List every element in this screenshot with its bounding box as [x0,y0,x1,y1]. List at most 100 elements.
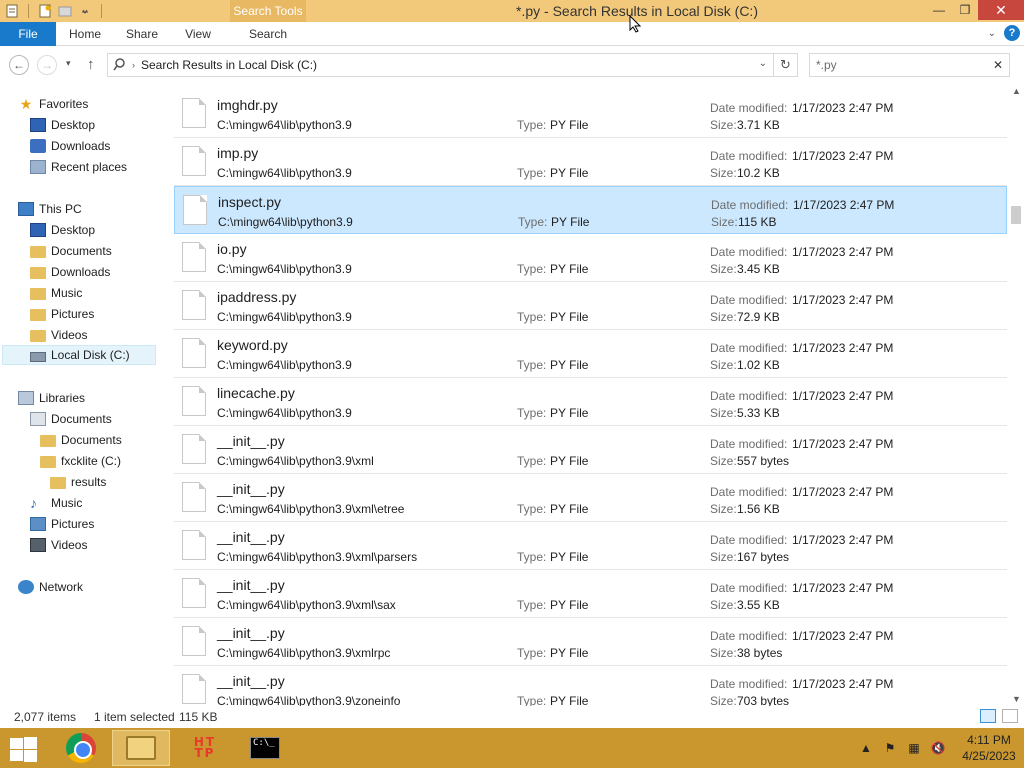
nav-label: Documents [51,244,112,258]
restore-button[interactable]: ❐ [952,0,978,20]
file-row[interactable]: __init__.py C:\mingw64\lib\python3.9\xml\… [174,570,1007,618]
file-row[interactable]: inspect.py C:\mingw64\lib\python3.9 Type: P… [174,186,1007,234]
file-row[interactable]: __init__.py C:\mingw64\lib\python3.9\xml\… [174,522,1007,570]
nav-lib-documents[interactable]: Documents [30,409,112,429]
nav-pc-music[interactable]: Music [30,283,82,303]
close-button[interactable]: ✕ [978,0,1024,20]
nav-lib-pictures[interactable]: Pictures [30,514,94,534]
start-button[interactable] [8,736,38,762]
tab-home[interactable]: Home [60,22,110,46]
details-view-icon[interactable] [980,709,996,723]
search-input[interactable]: *.py ✕ [809,53,1010,77]
nav-pc-downloads[interactable]: Downloads [30,262,110,282]
file-folder-path: C:\mingw64\lib\python3.9 [217,406,352,420]
help-icon[interactable]: ? [1004,25,1020,41]
file-folder-path: C:\mingw64\lib\python3.9 [217,358,352,372]
file-row[interactable]: ipaddress.py C:\mingw64\lib\python3.9 Type… [174,282,1007,330]
address-dropdown-icon[interactable]: ⌄ [759,58,767,69]
volume-muted-icon[interactable]: 🔇 [930,740,946,756]
refresh-button[interactable]: ↻ [774,53,798,77]
nav-pc-desktop[interactable]: Desktop [30,220,95,240]
scroll-up-icon[interactable]: ▲ [1012,86,1021,96]
date-modified: 1/17/2023 2:47 PM [792,581,894,595]
nav-label: Downloads [51,139,111,153]
documents-library-icon [30,412,46,426]
nav-lib-documents-folder[interactable]: Documents [40,430,122,450]
file-row[interactable]: imghdr.py C:\mingw64\lib\python3.9 Type: PY… [174,90,1007,138]
tab-search[interactable]: Search [230,22,306,46]
nav-favorites[interactable]: ★ Favorites [18,94,89,114]
breadcrumb-separator-icon[interactable]: › [132,60,135,70]
search-query[interactable]: *.py [816,58,837,72]
file-row[interactable]: io.py C:\mingw64\lib\python3.9 Type: PY Fil… [174,234,1007,282]
forward-button[interactable]: → [37,55,57,75]
show-hidden-icons-icon[interactable]: ▲ [858,740,874,756]
taskbar-file-explorer[interactable] [112,730,170,766]
file-row[interactable]: __init__.py C:\mingw64\lib\python3.9\xml T… [174,426,1007,474]
py-file-icon [182,146,206,176]
type-label: Type: [517,454,547,468]
size-label: Size: [710,598,737,612]
windows-logo-icon [24,737,37,749]
file-row[interactable]: __init__.py C:\mingw64\lib\python3.9\xml\… [174,474,1007,522]
nav-network[interactable]: Network [18,577,83,597]
large-icons-view-icon[interactable] [1002,709,1018,723]
file-name: imp.py [217,145,259,161]
breadcrumb-path[interactable]: Search Results in Local Disk (C:) [141,58,317,72]
file-type: PY File [550,166,589,180]
taskbar-chrome[interactable] [52,730,110,766]
clear-search-icon[interactable]: ✕ [993,58,1003,72]
tab-file[interactable]: File [0,22,56,46]
file-row[interactable]: __init__.py C:\mingw64\lib\python3.9\zone… [174,666,1007,706]
file-size: 1.56 KB [737,502,780,516]
scrollbar-thumb[interactable] [1011,206,1021,224]
up-button[interactable]: ↑ [87,56,95,73]
file-row[interactable]: linecache.py C:\mingw64\lib\python3.9 Type… [174,378,1007,426]
taskbar-http-app[interactable]: HTTP [176,730,234,766]
file-name: __init__.py [217,433,285,449]
date-modified-label: Date modified: [710,245,788,259]
http-app-icon: HTTP [193,735,217,760]
date-modified-label: Date modified: [710,485,788,499]
nav-favorites-downloads[interactable]: Downloads [30,136,110,156]
nav-this-pc[interactable]: This PC [18,199,82,219]
address-bar[interactable]: › Search Results in Local Disk (C:) ⌄ [107,53,774,77]
nav-libraries[interactable]: Libraries [18,388,85,408]
nav-pc-documents[interactable]: Documents [30,241,112,261]
nav-lib-fxcklite[interactable]: fxcklite (C:) [40,451,121,471]
vertical-scrollbar[interactable]: ▲ ▼ [1008,84,1024,706]
tab-share[interactable]: Share [116,22,168,46]
file-row[interactable]: imp.py C:\mingw64\lib\python3.9 Type: PY Fi… [174,138,1007,186]
network-status-icon[interactable]: ▦ [906,740,922,756]
type-label: Type: [517,166,547,180]
drive-icon [30,351,46,362]
nav-recent-places[interactable]: Recent places [30,157,127,177]
size-label: Size: [710,694,737,706]
nav-favorites-desktop[interactable]: Desktop [30,115,95,135]
nav-lib-music[interactable]: ♪ Music [30,493,82,513]
tab-view[interactable]: View [176,22,220,46]
expand-ribbon-icon[interactable]: ⌄ [988,28,996,39]
recent-locations-dropdown[interactable]: ▾ [66,58,71,69]
taskbar-command-prompt[interactable]: C:\_ [236,730,294,766]
py-file-icon [182,626,206,656]
clock[interactable]: 4:11 PM 4/25/2023 [954,732,1024,764]
file-row[interactable]: keyword.py C:\mingw64\lib\python3.9 Type: P… [174,330,1007,378]
nav-label: Downloads [51,265,111,279]
back-button[interactable]: ← [9,55,29,75]
action-center-flag-icon[interactable]: ⚑ [882,740,898,756]
file-name: __init__.py [217,481,285,497]
nav-lib-videos[interactable]: Videos [30,535,87,555]
file-row[interactable]: __init__.py C:\mingw64\lib\python3.9\xmlr… [174,618,1007,666]
nav-pc-pictures[interactable]: Pictures [30,304,94,324]
minimize-button[interactable]: — [926,0,952,20]
ribbon-right-controls: ⌄ ? [988,25,1020,41]
date-modified: 1/17/2023 2:47 PM [792,389,894,403]
nav-label: results [71,475,107,489]
scroll-down-icon[interactable]: ▼ [1012,694,1021,704]
nav-local-disk[interactable]: Local Disk (C:) [2,345,156,365]
nav-lib-results[interactable]: results [50,472,106,492]
size-label: Size: [710,646,737,660]
nav-pc-videos[interactable]: Videos [30,325,87,345]
size-label: Size: [710,262,737,276]
